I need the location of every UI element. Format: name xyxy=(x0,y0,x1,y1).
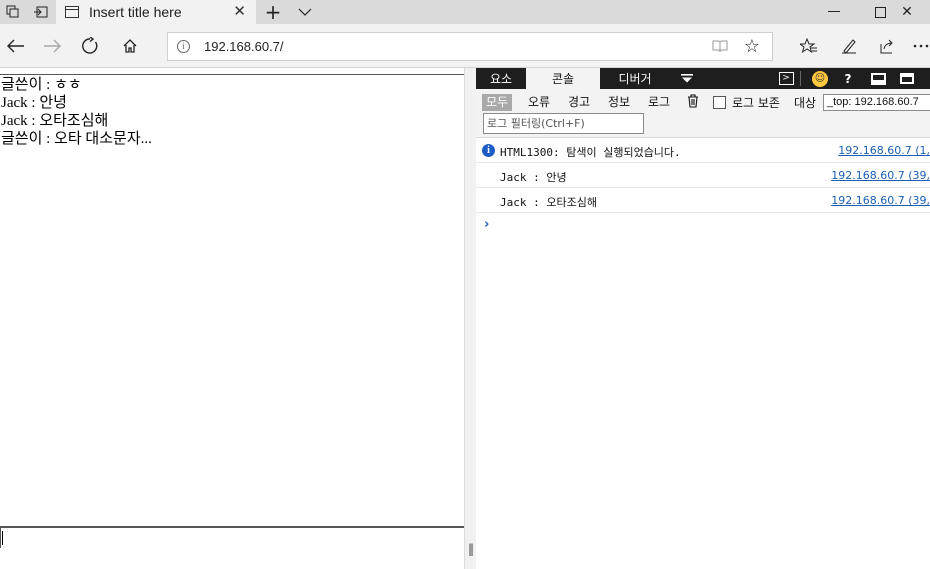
message-text: 오타 대소문자... xyxy=(54,131,152,147)
console-message: HTML1300: 탐색이 실행되었습니다. xyxy=(500,146,681,159)
message-separator: : xyxy=(27,113,40,129)
chat-message: 글쓴이 : 오타 대소문자... xyxy=(1,130,152,148)
toolbar-divider xyxy=(800,71,801,86)
navigation-bar: i 192.168.60.7/ ☆ xyxy=(0,24,930,68)
more-icon[interactable] xyxy=(910,32,930,60)
help-icon[interactable]: ? xyxy=(840,68,856,89)
preserve-log-toggle[interactable]: 로그 보존 xyxy=(713,94,780,111)
address-bar[interactable]: i 192.168.60.7/ ☆ xyxy=(167,32,773,61)
console-toolbar: 모두 오류 경고 정보 로그 로그 보존 대상 _top: 192.168.60… xyxy=(476,89,930,138)
level-warning[interactable]: 경고 xyxy=(564,94,594,111)
address-url[interactable]: 192.168.60.7/ xyxy=(204,39,284,54)
console-entry-info: i HTML1300: 탐색이 실행되었습니다. 192.168.60.7 (1… xyxy=(476,138,930,163)
back-icon[interactable] xyxy=(0,32,32,60)
tab-elements[interactable]: 요소 xyxy=(476,68,526,89)
target-select[interactable]: _top: 192.168.60.7 xyxy=(823,94,930,111)
forward-icon[interactable] xyxy=(36,32,68,60)
chat-log: 글쓴이 : ㅎㅎ Jack : 안녕 Jack : 오타조심해 글쓴이 : 오타… xyxy=(1,76,152,148)
favorites-list-icon[interactable] xyxy=(793,32,825,60)
close-tab-icon[interactable]: ✕ xyxy=(233,2,246,20)
new-tab-icon[interactable]: + xyxy=(258,0,288,24)
page-icon xyxy=(65,6,79,18)
preserve-log-checkbox[interactable] xyxy=(713,96,726,109)
console-message: Jack : 안녕 xyxy=(500,171,567,184)
feedback-smile-icon[interactable]: ☺ xyxy=(809,68,831,89)
devtools-tabbar: 요소 콘솔 디버거 > ☺ ? xyxy=(476,68,930,89)
level-error[interactable]: 오류 xyxy=(524,94,554,111)
tab-console[interactable]: 콘솔 xyxy=(526,68,600,89)
home-icon[interactable] xyxy=(114,32,146,60)
message-text: ㅎㅎ xyxy=(54,77,82,93)
level-log[interactable]: 로그 xyxy=(644,94,674,111)
console-entry-log: Jack : 오타조심해 192.168.60.7 (39, xyxy=(476,188,930,213)
message-text: 오타조심해 xyxy=(39,113,109,129)
page-content: 글쓴이 : ㅎㅎ Jack : 안녕 Jack : 오타조심해 글쓴이 : 오타… xyxy=(0,68,464,569)
tab-title: Insert title here xyxy=(89,4,182,20)
more-tools-dropdown-icon[interactable] xyxy=(670,68,704,89)
set-tabs-aside-icon[interactable] xyxy=(28,0,54,24)
console-icon[interactable]: > xyxy=(776,68,796,89)
chat-message: 글쓴이 : ㅎㅎ xyxy=(1,76,152,94)
console-entry-log: Jack : 안녕 192.168.60.7 (39, xyxy=(476,163,930,188)
text-caret xyxy=(2,531,3,545)
chat-message: Jack : 오타조심해 xyxy=(1,112,152,130)
splitter-grip-icon[interactable]: || xyxy=(468,542,474,556)
favorite-star-icon[interactable]: ☆ xyxy=(744,36,760,57)
message-author: 글쓴이 xyxy=(1,131,43,147)
console-source-link[interactable]: 192.168.60.7 (1, xyxy=(838,144,930,157)
chat-top-divider xyxy=(0,74,464,75)
level-all[interactable]: 모두 xyxy=(482,94,513,111)
console-prompt-chevron-icon[interactable]: › xyxy=(484,217,489,232)
chat-message: Jack : 안녕 xyxy=(1,94,152,112)
devtools-splitter[interactable]: || xyxy=(464,68,476,569)
tab-preview-chevron-icon[interactable] xyxy=(290,0,320,24)
pen-icon[interactable] xyxy=(833,32,865,60)
message-author: Jack xyxy=(1,95,28,111)
browser-window: Insert title here ✕ + ✕ i 192.168.60.7/ … xyxy=(0,0,930,569)
minimize-icon[interactable] xyxy=(811,0,857,24)
info-icon: i xyxy=(482,144,495,157)
tab-debugger[interactable]: 디버거 xyxy=(600,68,670,89)
share-icon[interactable] xyxy=(871,32,903,60)
message-separator: : xyxy=(27,95,40,111)
dock-icon[interactable] xyxy=(868,68,888,89)
tab-active[interactable]: Insert title here ✕ xyxy=(56,0,256,24)
message-author: Jack xyxy=(1,113,28,129)
console-source-link[interactable]: 192.168.60.7 (39, xyxy=(831,169,930,182)
target-label: 대상 xyxy=(794,96,817,110)
tab-strip: Insert title here ✕ + ✕ xyxy=(0,0,930,24)
message-author: 글쓴이 xyxy=(1,77,43,93)
close-window-icon[interactable]: ✕ xyxy=(884,0,930,24)
message-separator: : xyxy=(42,131,55,147)
log-filter-input[interactable]: 로그 필터링(Ctrl+F) xyxy=(483,113,644,134)
console-source-link[interactable]: 192.168.60.7 (39, xyxy=(831,194,930,207)
devtools-panel: 요소 콘솔 디버거 > ☺ ? 모두 오류 경고 정보 로그 로그 보존 대상 … xyxy=(476,68,930,569)
clear-console-icon[interactable] xyxy=(687,94,699,111)
console-message: Jack : 오타조심해 xyxy=(500,196,597,209)
tab-manager-icon[interactable] xyxy=(0,0,26,24)
message-text: 안녕 xyxy=(39,95,67,111)
refresh-icon[interactable] xyxy=(74,32,106,60)
reading-view-icon[interactable] xyxy=(712,39,728,57)
site-info-icon[interactable]: i xyxy=(177,40,190,53)
preserve-log-label: 로그 보존 xyxy=(732,96,780,110)
undock-icon[interactable] xyxy=(897,68,917,89)
level-info[interactable]: 정보 xyxy=(604,94,634,111)
message-input[interactable] xyxy=(0,526,464,548)
message-separator: : xyxy=(42,77,55,93)
